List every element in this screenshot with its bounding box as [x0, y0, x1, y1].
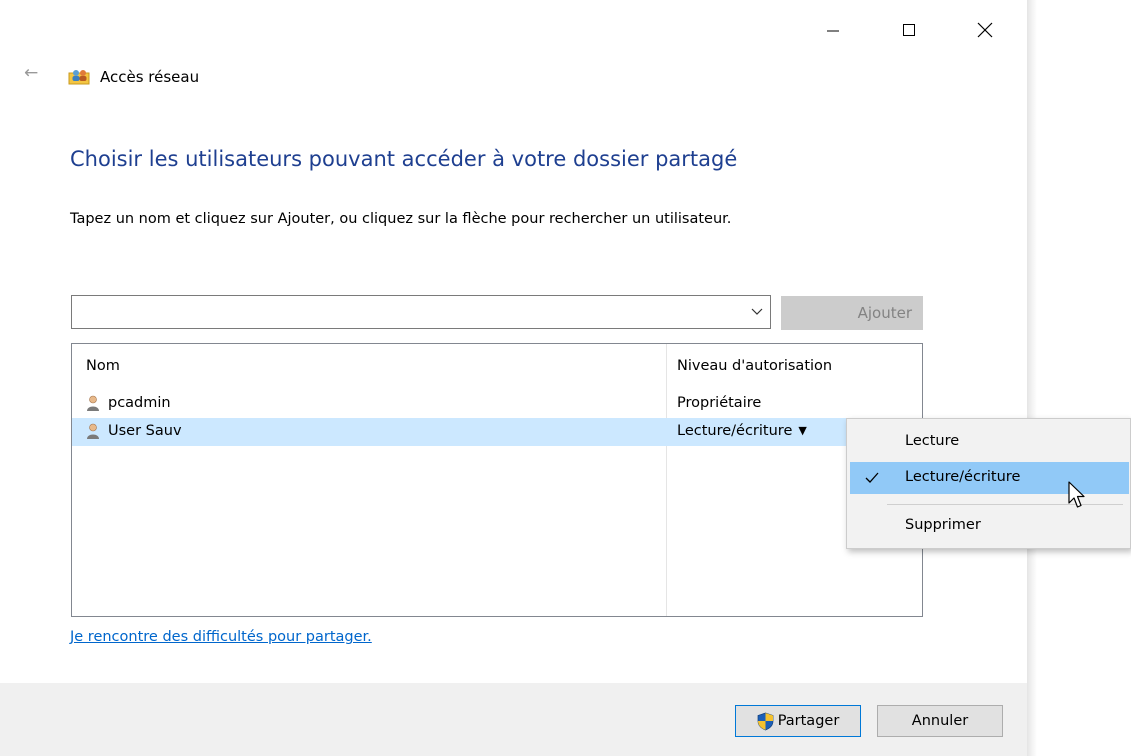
maximize-button[interactable] — [886, 10, 932, 50]
share-button[interactable]: Partager — [735, 705, 861, 737]
close-button[interactable] — [962, 10, 1008, 50]
column-header-name[interactable]: Nom — [86, 358, 120, 374]
permission-value: Lecture/écriture — [677, 423, 793, 439]
user-name-cell: pcadmin — [108, 395, 171, 411]
menu-item-read[interactable]: Lecture — [850, 426, 1129, 458]
uac-shield-icon — [757, 712, 774, 730]
menu-item-label: Lecture/écriture — [905, 469, 1021, 485]
menu-item-label: Supprimer — [905, 517, 981, 533]
user-icon — [87, 395, 99, 411]
user-name-input[interactable] — [76, 300, 730, 326]
dropdown-triangle-icon[interactable]: ▼ — [798, 424, 806, 437]
column-divider — [666, 344, 667, 616]
column-header-permission[interactable]: Niveau d'autorisation — [677, 358, 832, 374]
instructions-text: Tapez un nom et cliquez sur Ajouter, ou … — [70, 211, 732, 227]
dialog-footer: Partager Annuler — [0, 683, 1027, 756]
menu-item-remove[interactable]: Supprimer — [850, 510, 1129, 542]
user-name-combobox[interactable] — [71, 295, 771, 329]
table-row[interactable]: User Sauv Lecture/écriture ▼ — [72, 418, 922, 446]
add-button[interactable]: Ajouter — [781, 296, 923, 330]
user-icon — [87, 423, 99, 439]
checkmark-icon — [865, 472, 879, 483]
share-button-label: Partager — [777, 713, 840, 729]
permission-context-menu: Lecture Lecture/écriture Supprimer — [846, 418, 1131, 549]
users-permission-list: Nom Niveau d'autorisation pcadmin Propri… — [71, 343, 923, 617]
permission-dropdown[interactable]: Lecture/écriture ▼ — [677, 423, 807, 439]
window-title: Accès réseau — [100, 68, 200, 86]
minimize-icon — [827, 30, 839, 32]
maximize-icon — [903, 24, 915, 36]
network-access-window: ← Accès réseau Choisir les utilisateurs … — [0, 0, 1027, 756]
minimize-button[interactable] — [810, 10, 856, 50]
back-arrow-icon[interactable]: ← — [24, 63, 38, 83]
permission-cell: Propriétaire — [677, 395, 762, 411]
user-name-cell: User Sauv — [108, 423, 182, 439]
window-shadow — [1027, 0, 1037, 756]
page-heading: Choisir les utilisateurs pouvant accéder… — [70, 147, 738, 171]
menu-item-label: Lecture — [905, 433, 960, 449]
table-row[interactable]: pcadmin Propriétaire — [72, 390, 922, 418]
cancel-button[interactable]: Annuler — [877, 705, 1003, 737]
close-icon — [977, 22, 993, 38]
chevron-down-icon[interactable] — [750, 304, 764, 318]
network-users-icon — [68, 70, 90, 85]
mouse-pointer-icon — [1068, 481, 1085, 508]
sharing-help-link[interactable]: Je rencontre des difficultés pour partag… — [70, 629, 372, 645]
